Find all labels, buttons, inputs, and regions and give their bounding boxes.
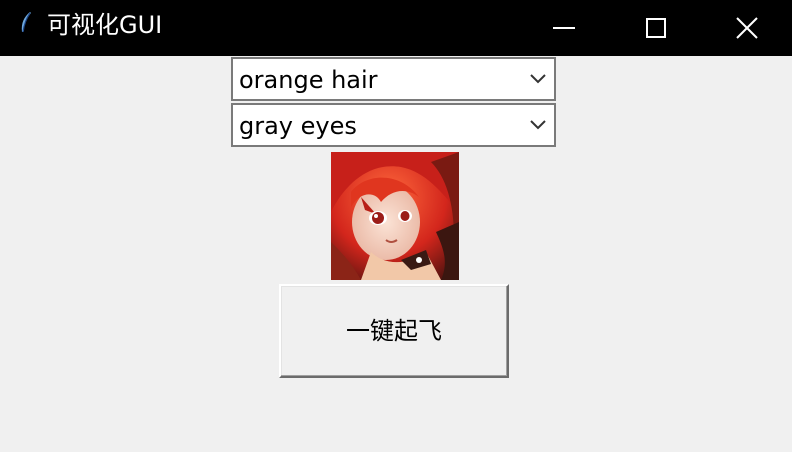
feather-icon (21, 12, 31, 33)
chevron-down-icon[interactable] (528, 118, 548, 132)
eye-color-select[interactable]: gray eyes (231, 103, 556, 147)
generate-button[interactable]: 一键起飞 (279, 284, 509, 378)
window-title: 可视化GUI (47, 11, 163, 39)
maximize-button[interactable] (610, 0, 702, 56)
eye-color-value: gray eyes (239, 112, 357, 140)
hair-color-value: orange hair (239, 66, 378, 94)
generate-button-label: 一键起飞 (346, 317, 442, 345)
close-button[interactable] (702, 0, 792, 56)
chevron-down-icon[interactable] (528, 72, 548, 86)
generated-portrait-image (331, 152, 459, 280)
maximize-icon (646, 18, 666, 38)
hair-color-select[interactable]: orange hair (231, 57, 556, 101)
minimize-button[interactable] (518, 0, 610, 56)
minimize-icon (553, 27, 575, 29)
window-titlebar[interactable]: 可视化GUI (0, 0, 792, 56)
close-icon (736, 17, 758, 39)
